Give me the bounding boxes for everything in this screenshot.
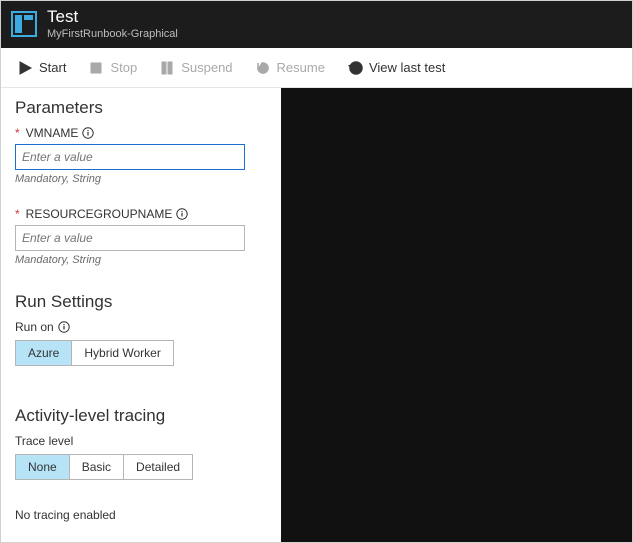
vmname-label: VMNAME (26, 126, 79, 140)
resourcegroupname-input[interactable] (15, 225, 245, 251)
resume-button: Resume (245, 48, 335, 88)
settings-panel: Parameters * VMNAME Mandatory, String * … (1, 88, 281, 542)
rgname-label-row: * RESOURCEGROUPNAME (15, 207, 267, 221)
resume-label: Resume (277, 60, 325, 75)
field-resourcegroupname: * RESOURCEGROUPNAME Mandatory, String (15, 207, 267, 266)
run-on-label-row: Run on (15, 320, 267, 334)
header-titles: Test MyFirstRunbook-Graphical (47, 7, 178, 40)
activity-tracing-section: Activity-level tracing Trace level None … (15, 406, 267, 522)
history-icon (347, 60, 363, 76)
field-vmname: * VMNAME Mandatory, String (15, 126, 267, 185)
vmname-label-row: * VMNAME (15, 126, 267, 140)
suspend-label: Suspend (181, 60, 232, 75)
pause-icon (159, 60, 175, 76)
header: Test MyFirstRunbook-Graphical (1, 1, 632, 48)
trace-level-none[interactable]: None (15, 454, 70, 480)
run-on-selector: Azure Hybrid Worker (15, 340, 267, 366)
stop-button: Stop (78, 48, 147, 88)
parameters-heading: Parameters (15, 98, 267, 118)
trace-level-detailed[interactable]: Detailed (124, 454, 193, 480)
test-pane: Test MyFirstRunbook-Graphical Start Stop… (0, 0, 633, 543)
required-marker: * (15, 126, 20, 140)
info-icon[interactable] (82, 127, 94, 139)
run-on-label: Run on (15, 320, 54, 334)
view-last-test-label: View last test (369, 60, 445, 75)
run-on-hybrid-worker[interactable]: Hybrid Worker (72, 340, 173, 366)
page-title: Test (47, 7, 178, 27)
body: Parameters * VMNAME Mandatory, String * … (1, 88, 632, 542)
info-icon[interactable] (176, 208, 188, 220)
trace-level-selector: None Basic Detailed (15, 454, 267, 480)
tracing-message: No tracing enabled (15, 508, 267, 522)
stop-label: Stop (110, 60, 137, 75)
suspend-button: Suspend (149, 48, 242, 88)
run-on-azure[interactable]: Azure (15, 340, 72, 366)
start-label: Start (39, 60, 66, 75)
info-icon[interactable] (58, 321, 70, 333)
run-settings-section: Run Settings Run on Azure Hybrid Worker (15, 292, 267, 366)
activity-tracing-heading: Activity-level tracing (15, 406, 267, 426)
vmname-input[interactable] (15, 144, 245, 170)
stop-icon (88, 60, 104, 76)
required-marker: * (15, 207, 20, 221)
run-settings-heading: Run Settings (15, 292, 267, 312)
trace-level-basic[interactable]: Basic (70, 454, 124, 480)
resume-icon (255, 60, 271, 76)
output-panel (281, 88, 632, 542)
view-last-test-button[interactable]: View last test (337, 48, 455, 88)
page-subtitle: MyFirstRunbook-Graphical (47, 28, 178, 41)
start-button[interactable]: Start (7, 48, 76, 88)
vmname-hint: Mandatory, String (15, 173, 267, 185)
play-icon (17, 60, 33, 76)
rgname-label: RESOURCEGROUPNAME (26, 207, 173, 221)
trace-level-label: Trace level (15, 434, 267, 448)
runbook-icon (11, 11, 37, 37)
toolbar: Start Stop Suspend Resume View last test (1, 48, 632, 88)
rgname-hint: Mandatory, String (15, 254, 267, 266)
